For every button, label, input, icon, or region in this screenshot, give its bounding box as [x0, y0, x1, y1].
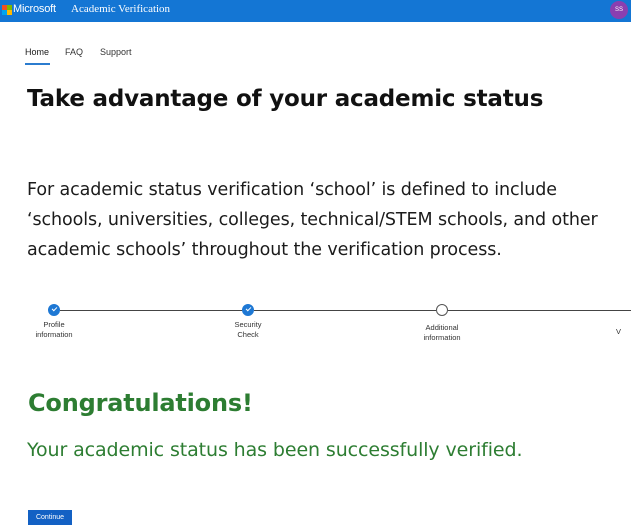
success-heading: Congratulations!: [28, 389, 253, 417]
tab-faq[interactable]: FAQ: [65, 47, 83, 57]
microsoft-logo-icon: [2, 5, 12, 15]
app-title: Academic Verification: [71, 3, 171, 15]
step-label-additional: Additional information: [402, 323, 482, 343]
step-connector: [448, 310, 631, 311]
success-message: Your academic status has been successful…: [27, 439, 523, 461]
user-avatar[interactable]: SS: [610, 1, 628, 19]
step-incomplete-circle-icon: [436, 304, 448, 316]
page-title: Take advantage of your academic status: [27, 86, 544, 112]
step-label-profile: Profile information: [14, 320, 94, 340]
brand-name: Microsoft: [13, 3, 56, 15]
verification-stepper: Profile information Security Check Addit…: [0, 300, 631, 355]
tab-support[interactable]: Support: [100, 47, 132, 57]
step-complete-check-icon: [242, 304, 254, 316]
intro-paragraph: For academic status verification ‘school…: [27, 180, 598, 260]
tab-home[interactable]: Home: [25, 47, 49, 57]
step-label-line: Security: [234, 320, 262, 329]
step-label-line: Additional: [425, 323, 459, 332]
continue-button[interactable]: Continue: [28, 510, 72, 525]
step-label-line: Profile: [43, 320, 65, 329]
step-complete-check-icon: [48, 304, 60, 316]
step-label-line: information: [423, 333, 461, 342]
step-connector: [60, 310, 246, 311]
step-label-security: Security Check: [208, 320, 288, 340]
step-label-truncated: V: [616, 327, 631, 337]
step-label-line: information: [35, 330, 73, 339]
active-tab-indicator: [25, 63, 50, 65]
step-label-line: V: [616, 327, 622, 336]
step-connector: [254, 310, 436, 311]
step-label-line: Check: [237, 330, 259, 339]
top-header-bar: Microsoft Academic Verification SS: [0, 0, 631, 22]
